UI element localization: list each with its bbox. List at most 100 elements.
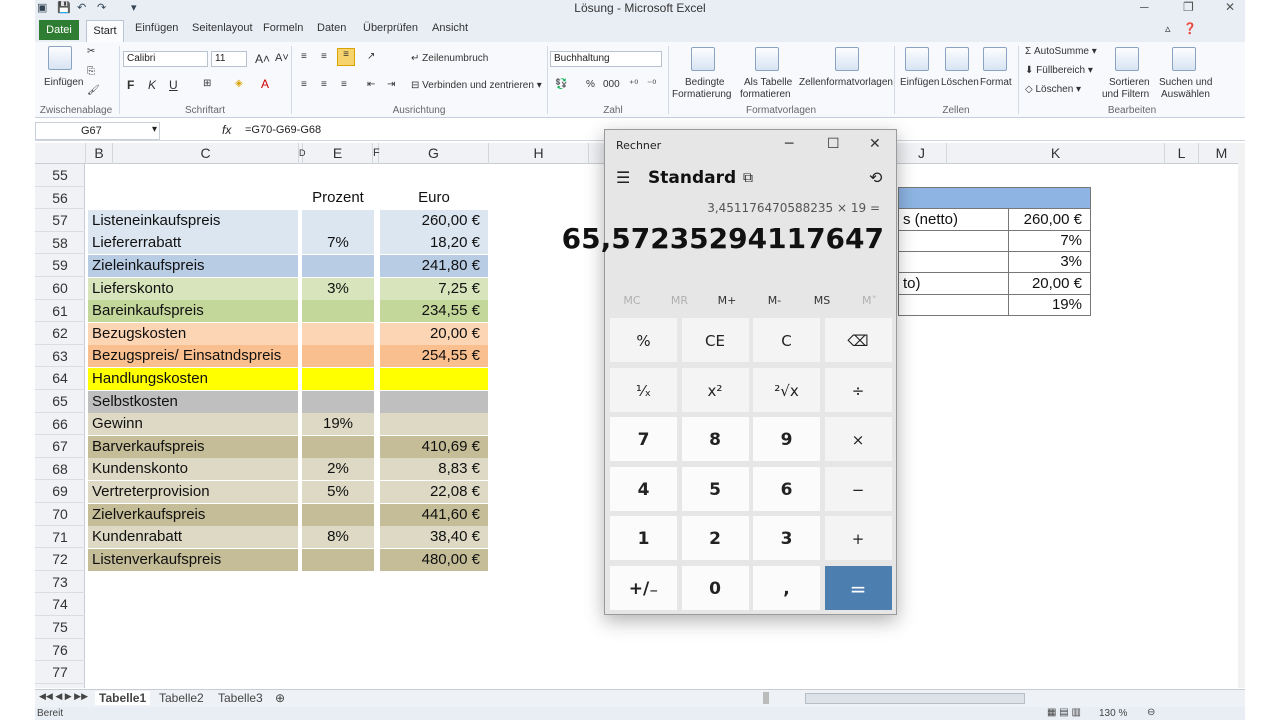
restore-icon[interactable]: ❐ — [1183, 0, 1194, 14]
delete-cells-icon[interactable] — [945, 47, 969, 71]
label-cell[interactable]: Bezugspreis/ Einsatndspreis — [88, 345, 298, 368]
format-cells-button[interactable]: Format — [980, 77, 1012, 88]
row-header[interactable]: 68 — [35, 458, 85, 481]
find-select-label-1[interactable]: Suchen und — [1159, 77, 1212, 88]
row-header[interactable]: 72 — [35, 548, 85, 571]
formula-input[interactable]: =G70-G69-G68 — [245, 124, 321, 136]
key-square-root[interactable]: ²√x — [752, 366, 821, 413]
key-digit-7[interactable]: 7 — [609, 416, 678, 462]
tab-einfuegen[interactable]: Einfügen — [135, 22, 178, 34]
row-header[interactable]: 69 — [35, 480, 85, 503]
insert-cells-icon[interactable] — [905, 47, 929, 71]
underline-button[interactable]: U — [169, 78, 178, 92]
name-box-dropdown-icon[interactable]: ▾ — [152, 124, 157, 135]
side-table-label[interactable] — [898, 230, 1008, 253]
label-cell[interactable]: Lieferskonto — [88, 277, 298, 300]
side-table-value[interactable]: 20,00 € — [1008, 272, 1091, 295]
label-cell[interactable]: Zielverkaufspreis — [88, 503, 298, 526]
percent-cell[interactable]: 5% — [302, 480, 374, 503]
history-icon[interactable]: ⟲ — [869, 168, 882, 187]
row-header[interactable]: 57 — [35, 209, 85, 232]
tab-ansicht[interactable]: Ansicht — [432, 22, 468, 34]
euro-cell[interactable]: 441,60 € — [380, 503, 488, 526]
key-digit-4[interactable]: 4 — [609, 465, 678, 512]
label-cell[interactable]: Listenverkaufspreis — [88, 548, 298, 571]
zoom-level[interactable]: 130 % — [1099, 708, 1127, 719]
side-table-value[interactable]: 260,00 € — [1008, 209, 1091, 232]
column-header-b[interactable]: B — [86, 143, 113, 164]
row-header[interactable]: 58 — [35, 232, 85, 255]
sort-filter-icon[interactable] — [1115, 47, 1139, 71]
key-decimal[interactable]: , — [752, 564, 821, 611]
font-name-select[interactable]: Calibri — [123, 51, 208, 67]
side-table-label[interactable] — [898, 251, 1008, 274]
side-table-label[interactable]: s (netto) — [898, 209, 1008, 232]
tab-ueberpruefen[interactable]: Überprüfen — [363, 22, 418, 34]
column-header-j[interactable]: J — [897, 143, 947, 164]
delete-cells-button[interactable]: Löschen — [941, 77, 979, 88]
minimize-icon[interactable]: ─ — [1140, 0, 1149, 14]
clear-button[interactable]: ◇ Löschen ▾ — [1025, 84, 1081, 95]
percent-cell[interactable]: 19% — [302, 413, 374, 436]
decrease-decimal-icon[interactable]: ⁻⁰ — [647, 79, 656, 90]
sheet-tab-tabelle1[interactable]: Tabelle1 — [95, 691, 151, 705]
key-digit-2[interactable]: 2 — [680, 515, 750, 561]
column-header-g[interactable]: G — [379, 143, 489, 164]
row-header[interactable]: 75 — [35, 616, 85, 639]
label-cell[interactable]: Barverkaufspreis — [88, 435, 298, 458]
tab-daten[interactable]: Daten — [317, 22, 346, 34]
key-add[interactable]: + — [823, 515, 893, 561]
sheet-tab-tabelle2[interactable]: Tabelle2 — [159, 691, 204, 705]
percent-cell[interactable] — [302, 300, 374, 323]
key-divide[interactable]: ÷ — [823, 366, 893, 413]
label-cell[interactable]: Liefererrabatt — [88, 232, 298, 255]
find-select-icon[interactable] — [1172, 47, 1196, 71]
header-prozent[interactable]: Prozent — [302, 187, 374, 209]
align-middle-icon[interactable]: ≡ — [321, 51, 327, 62]
key-digit-6[interactable]: 6 — [752, 465, 821, 512]
increase-decimal-icon[interactable]: ⁺⁰ — [629, 79, 638, 90]
percent-cell[interactable]: 7% — [302, 232, 374, 255]
tab-datei[interactable]: Datei — [39, 20, 79, 40]
select-all-corner[interactable] — [35, 143, 86, 164]
insert-cells-button[interactable]: Einfügen — [900, 77, 939, 88]
key-negate[interactable]: +/₋ — [609, 564, 678, 611]
column-header-k[interactable]: K — [947, 143, 1165, 164]
insert-sheet-icon[interactable]: ⊕ — [275, 691, 285, 705]
percent-cell[interactable] — [302, 322, 374, 345]
autosum-button[interactable]: Σ AutoSumme ▾ — [1025, 46, 1097, 57]
key-clear[interactable]: C — [752, 317, 821, 363]
menu-icon[interactable]: ☰ — [616, 168, 630, 187]
find-select-label-2[interactable]: Auswählen — [1161, 89, 1210, 100]
border-icon[interactable]: ⊞ — [203, 78, 211, 89]
key-backspace[interactable]: ⌫ — [823, 317, 893, 363]
memory-button-ms[interactable]: MS — [799, 294, 845, 307]
side-table-label[interactable] — [898, 293, 1008, 316]
key-digit-0[interactable]: 0 — [680, 564, 750, 611]
label-cell[interactable]: Selbstkosten — [88, 390, 298, 413]
percent-cell[interactable] — [302, 367, 374, 390]
row-header[interactable]: 73 — [35, 571, 85, 594]
percent-cell[interactable]: 8% — [302, 526, 374, 549]
align-left-icon[interactable]: ≡ — [301, 79, 307, 90]
number-format-select[interactable]: Buchhaltung — [550, 51, 662, 67]
currency-icon[interactable]: 💱 — [555, 79, 567, 90]
row-header[interactable]: 66 — [35, 413, 85, 436]
euro-cell[interactable]: 254,55 € — [380, 345, 488, 368]
font-color-icon[interactable]: A — [261, 77, 269, 91]
merge-center-button[interactable]: ⊟ Verbinden und zentrieren ▾ — [411, 80, 542, 91]
memory-button-mr[interactable]: MR — [657, 294, 703, 307]
label-cell[interactable]: Vertreterprovision — [88, 480, 298, 503]
row-header[interactable]: 65 — [35, 390, 85, 413]
row-header[interactable]: 61 — [35, 300, 85, 323]
row-header[interactable]: 64 — [35, 367, 85, 390]
fill-button[interactable]: ⬇ Füllbereich ▾ — [1025, 65, 1093, 76]
row-header[interactable]: 74 — [35, 593, 85, 616]
thousands-button[interactable]: 000 — [603, 79, 620, 90]
key-equals[interactable]: = — [823, 564, 893, 611]
calc-minimize-icon[interactable]: ─ — [785, 136, 793, 152]
grow-font-icon[interactable]: A˄ — [255, 52, 270, 66]
side-table-value[interactable]: 19% — [1008, 293, 1091, 316]
sheet-tab-tabelle3[interactable]: Tabelle3 — [218, 691, 263, 705]
align-right-icon[interactable]: ≡ — [341, 79, 347, 90]
